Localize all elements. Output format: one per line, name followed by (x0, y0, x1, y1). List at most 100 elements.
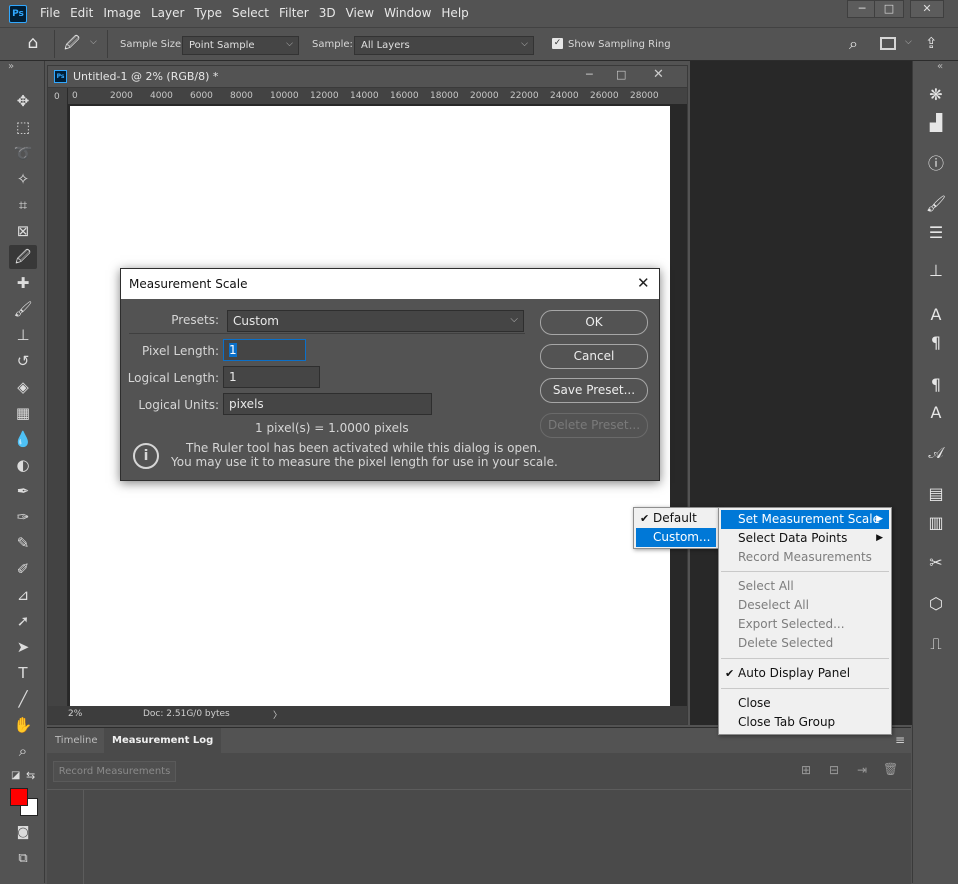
gradient-tool-icon[interactable]: ▦ (9, 401, 37, 425)
tab-measurement-log[interactable]: Measurement Log (104, 728, 222, 753)
workspace-chevron-icon[interactable]: ⌵ (905, 37, 912, 47)
navigator-icon[interactable]: ❋ (921, 83, 951, 107)
document-title-bar[interactable]: Ps Untitled-1 @ 2% (RGB/8) * ─ □ ✕ (48, 66, 687, 88)
character-icon[interactable]: A (921, 303, 951, 327)
menu-image[interactable]: Image (98, 0, 146, 27)
measurement-log-icon[interactable]: ▥ (921, 511, 951, 535)
zoom-tool-icon[interactable]: ⌕ (9, 739, 37, 763)
freeform-pen-tool-icon[interactable]: ✑ (9, 505, 37, 529)
swap-colors-icon[interactable]: ⇆ (26, 769, 35, 782)
menu-filter[interactable]: Filter (274, 0, 314, 27)
tool-presets-icon[interactable]: ✂ (921, 551, 951, 575)
vertical-ruler[interactable]: 0 (48, 88, 68, 706)
path-selection-tool-icon[interactable]: ⊿ (9, 583, 37, 607)
lasso-tool-icon[interactable]: ➰ (9, 141, 37, 165)
menu-item-set-measurement-scale[interactable]: Set Measurement Scale ▶ (721, 510, 889, 529)
menu-edit[interactable]: Edit (65, 0, 98, 27)
screen-mode-icon[interactable]: ⧉ (9, 847, 37, 871)
presets-dropdown[interactable]: Custom ⌵ (227, 310, 524, 332)
show-sampling-ring-checkbox[interactable]: ✓ (552, 38, 563, 49)
eyedropper-tool-icon[interactable]: 🖉 (9, 245, 37, 269)
arrow-tool-icon[interactable]: ➤ (9, 635, 37, 659)
blur-tool-icon[interactable]: 💧 (9, 427, 37, 451)
deselect-all-icon[interactable]: ⊟ (829, 763, 839, 777)
zoom-level[interactable]: 2% (68, 709, 82, 719)
menu-item-delete-selected[interactable]: Delete Selected (721, 634, 889, 653)
save-preset-button[interactable]: Save Preset... (540, 378, 648, 403)
frame-tool-icon[interactable]: ⊠ (9, 219, 37, 243)
timeline-icon[interactable]: ⎍ (921, 632, 951, 656)
dialog-title-bar[interactable]: Measurement Scale ✕ (121, 269, 659, 299)
move-tool-icon[interactable]: ✥ (9, 89, 37, 113)
menu-item-close-tab-group[interactable]: Close Tab Group (721, 713, 889, 732)
sample-dropdown[interactable]: All Layers ⌵ (354, 36, 534, 55)
glyphs-icon[interactable]: 𝒜 (921, 441, 951, 465)
menu-item-auto-display-panel[interactable]: ✔ Auto Display Panel (721, 664, 889, 683)
tab-timeline[interactable]: Timeline (47, 728, 106, 753)
trash-icon[interactable]: 🗑 (883, 762, 898, 776)
quick-mask-icon[interactable]: ◙ (9, 821, 37, 845)
home-icon[interactable]: ⌂ (20, 33, 46, 55)
menu-3d[interactable]: 3D (314, 0, 341, 27)
menu-item-export-selected[interactable]: Export Selected... (721, 615, 889, 634)
hand-tool-icon[interactable]: ✋ (9, 713, 37, 737)
menu-layer[interactable]: Layer (146, 0, 189, 27)
brush-settings-icon[interactable]: 🖌 (921, 192, 951, 216)
3d-icon[interactable]: ⬡ (921, 592, 951, 616)
history-brush-tool-icon[interactable]: ↺ (9, 349, 37, 373)
minimize-button[interactable]: ─ (847, 0, 877, 18)
search-icon[interactable]: ⌕ (849, 34, 869, 54)
clone-stamp-tool-icon[interactable]: ⊥ (9, 323, 37, 347)
info-icon[interactable]: ⓘ (921, 152, 951, 176)
menu-item-record-measurements[interactable]: Record Measurements (721, 548, 889, 567)
doc-minimize-icon[interactable]: ─ (586, 68, 593, 81)
clone-source-icon[interactable]: ⊥ (921, 259, 951, 283)
cancel-button[interactable]: Cancel (540, 344, 648, 369)
dodge-tool-icon[interactable]: ◐ (9, 453, 37, 477)
doc-close-icon[interactable]: ✕ (653, 67, 664, 82)
line-tool-icon[interactable]: ╱ (9, 687, 37, 711)
menu-item-select-data-points[interactable]: Select Data Points ▶ (721, 529, 889, 548)
menu-item-custom[interactable]: Custom... (636, 528, 716, 547)
tool-preset-chevron-icon[interactable]: ⌵ (90, 37, 97, 47)
delete-preset-button[interactable]: Delete Preset... (540, 413, 648, 438)
default-colors-icon[interactable]: ◪ (11, 770, 20, 781)
doc-maximize-icon[interactable]: □ (616, 68, 626, 81)
menu-select[interactable]: Select (227, 0, 274, 27)
close-button[interactable]: ✕ (910, 0, 944, 18)
workspace-icon[interactable] (880, 37, 896, 50)
eyedropper-tool-icon[interactable]: 🖉 (64, 33, 86, 55)
crop-tool-icon[interactable]: ⌗ (9, 193, 37, 217)
menu-item-select-all[interactable]: Select All (721, 577, 889, 596)
sample-size-dropdown[interactable]: Point Sample ⌵ (182, 36, 299, 55)
menu-type[interactable]: Type (189, 0, 227, 27)
histogram-icon[interactable]: ▟ (921, 111, 951, 135)
panel-menu-icon[interactable]: ≡ (895, 733, 905, 747)
export-icon[interactable]: ⇥ (857, 763, 867, 777)
menu-file[interactable]: File (35, 0, 65, 27)
curvature-pen-tool-icon[interactable]: ✎ (9, 531, 37, 555)
menu-window[interactable]: Window (379, 0, 436, 27)
menu-item-deselect-all[interactable]: Deselect All (721, 596, 889, 615)
magic-wand-tool-icon[interactable]: ✧ (9, 167, 37, 191)
notes-icon[interactable]: ▤ (921, 482, 951, 506)
foreground-color-swatch[interactable] (10, 788, 28, 806)
status-menu-arrow-icon[interactable]: 〉 (273, 708, 282, 721)
collapse-dock-icon[interactable]: « (937, 61, 943, 72)
menu-item-close[interactable]: Close (721, 694, 889, 713)
brush-tool-icon[interactable]: 🖌 (9, 297, 37, 321)
select-all-icon[interactable]: ⊞ (801, 763, 811, 777)
eraser-tool-icon[interactable]: ◈ (9, 375, 37, 399)
logical-units-input[interactable]: pixels (223, 393, 432, 415)
record-measurements-button[interactable]: Record Measurements (53, 761, 176, 782)
menu-view[interactable]: View (341, 0, 379, 27)
menu-item-default[interactable]: ✔ Default (636, 509, 716, 528)
healing-brush-tool-icon[interactable]: ✚ (9, 271, 37, 295)
ok-button[interactable]: OK (540, 310, 648, 335)
brushes-icon[interactable]: ☰ (921, 221, 951, 245)
character-styles-icon[interactable]: A (921, 401, 951, 425)
paragraph-icon[interactable]: ¶ (921, 331, 951, 355)
collapse-toolbar-icon[interactable]: » (8, 61, 14, 72)
pixel-length-input[interactable]: 1 (223, 339, 306, 361)
add-anchor-tool-icon[interactable]: ✐ (9, 557, 37, 581)
